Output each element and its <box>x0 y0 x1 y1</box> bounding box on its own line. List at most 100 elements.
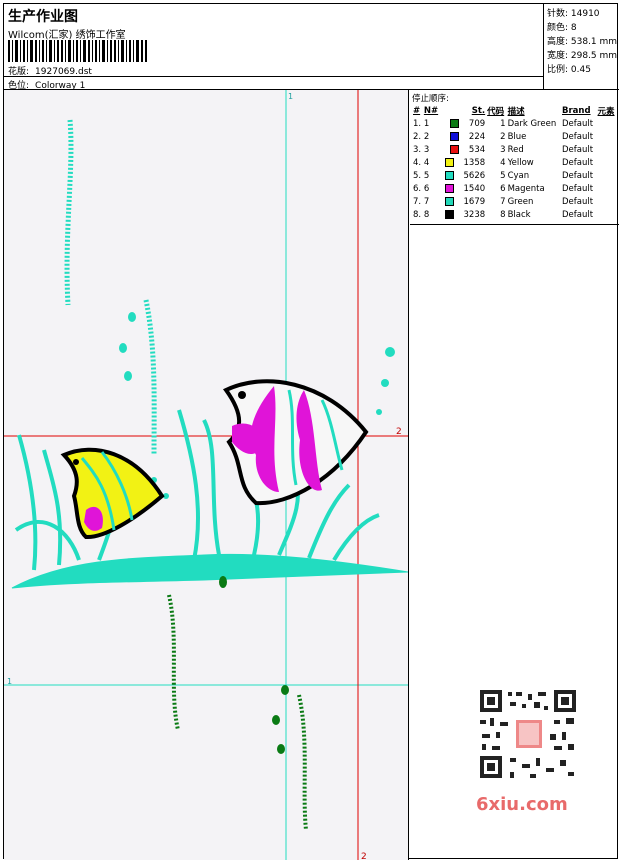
row-stitches: 1358 <box>440 156 486 169</box>
row-stitches: 5626 <box>440 169 486 182</box>
stitch-count-value: 709 <box>468 118 486 129</box>
row-stitches: 709 <box>440 117 486 130</box>
row-brand: Default <box>562 209 594 220</box>
stitch-count-value: 1358 <box>463 157 486 168</box>
row-description: Cyan <box>507 170 530 181</box>
bubble <box>124 371 132 381</box>
row-brand: Default <box>562 183 594 194</box>
col-header-code: 代码 <box>487 106 505 117</box>
design-scale: 比例: 0.45 <box>547 65 591 75</box>
worksheet-title: 生产作业图 <box>8 9 78 25</box>
row-brand: Default <box>562 144 594 155</box>
col-header-index: # <box>413 105 421 116</box>
bubble-chain-green <box>297 694 308 831</box>
design-height: 高度: 538.1 mm <box>547 37 618 47</box>
design-width: 宽度: 298.5 mm <box>547 51 618 61</box>
row-code: 3 <box>500 144 506 155</box>
watermark-text: 6xiu.com <box>476 794 568 815</box>
row-stitches: 534 <box>440 143 486 156</box>
bubble <box>119 343 127 353</box>
color-swatch <box>444 157 454 167</box>
row-element <box>597 156 617 169</box>
worksheet-header: 生产作业图 Wilcom(汇家) 绣饰工作室 花版: 1927069.dst 色… <box>4 4 619 91</box>
row-number: 7 <box>423 196 430 207</box>
stitch-count-value: 534 <box>468 144 486 155</box>
bubble <box>281 685 289 695</box>
stitch-count: 针数: 14910 <box>547 9 600 19</box>
bubble <box>219 576 227 588</box>
row-stitches: 224 <box>440 130 486 143</box>
row-index: 8. <box>413 209 422 220</box>
col-header-stitches: St. <box>471 105 486 116</box>
row-brand: Default <box>562 170 594 181</box>
bubble-chain-left <box>64 119 74 306</box>
row-element <box>597 208 617 221</box>
col-header-number: N# <box>423 105 439 116</box>
bubble <box>381 379 389 387</box>
row-description: Magenta <box>507 183 545 194</box>
bubble <box>272 715 280 725</box>
row-stitches: 1679 <box>440 195 486 208</box>
color-count: 颜色: 8 <box>547 23 577 33</box>
color-swatch <box>444 209 454 219</box>
table-row: 6. 6 1540 6 Magenta Default <box>412 182 617 195</box>
row-brand: Default <box>562 157 594 168</box>
barcode-icon <box>8 40 147 62</box>
stitch-count-value: 1679 <box>463 196 486 207</box>
color-swatch <box>449 144 459 154</box>
row-number: 6 <box>423 183 430 194</box>
row-index: 2. <box>413 131 422 142</box>
row-code: 1 <box>500 118 506 129</box>
row-code: 4 <box>500 157 506 168</box>
row-element <box>597 143 617 156</box>
row-brand: Default <box>562 131 594 142</box>
stop-sequence-caption: 停止顺序: <box>412 94 449 104</box>
bubble <box>128 312 136 322</box>
row-index: 5. <box>413 170 422 181</box>
color-swatch <box>444 170 454 180</box>
row-code: 7 <box>500 196 506 207</box>
row-brand: Default <box>562 196 594 207</box>
row-element <box>597 117 617 130</box>
row-brand: Default <box>562 118 594 129</box>
row-number: 3 <box>423 144 430 155</box>
col-header-description: 描述 <box>507 106 525 117</box>
row-description: Red <box>507 144 524 155</box>
row-description: Blue <box>507 131 527 142</box>
row-element <box>597 182 617 195</box>
bubble <box>376 409 382 415</box>
row-index: 1. <box>413 118 422 129</box>
row-description: Dark Green <box>507 118 557 129</box>
row-code: 8 <box>500 209 506 220</box>
stitch-count-value: 3238 <box>463 209 486 220</box>
table-header-row: # N# St. 代码 描述 Brand 元素 <box>412 104 617 117</box>
row-number: 4 <box>423 157 430 168</box>
bubble <box>277 744 285 754</box>
row-index: 7. <box>413 196 422 207</box>
guide-label-red-bottom: 2 <box>361 852 367 860</box>
table-row: 7. 7 1679 7 Green Default <box>412 195 617 208</box>
guide-label-red-right: 2 <box>396 427 402 437</box>
color-swatch <box>444 196 454 206</box>
row-index: 3. <box>413 144 422 155</box>
row-number: 2 <box>423 131 430 142</box>
table-row: 3. 3 534 3 Red Default <box>412 143 617 156</box>
table-row: 2. 2 224 2 Blue Default <box>412 130 617 143</box>
header-divider <box>4 76 544 77</box>
big-fish <box>222 379 369 506</box>
row-index: 4. <box>413 157 422 168</box>
stitch-count-value: 5626 <box>463 170 486 181</box>
color-swatch <box>444 183 454 193</box>
embroidery-preview: 1 1 2 2 <box>4 90 408 860</box>
table-row: 4. 4 1358 4 Yellow Default <box>412 156 617 169</box>
row-index: 6. <box>413 183 422 194</box>
stitch-count-value: 224 <box>468 131 486 142</box>
bubble-chain-green <box>167 594 180 731</box>
row-stitches: 1540 <box>440 182 486 195</box>
row-element <box>597 169 617 182</box>
color-swatch <box>449 118 459 128</box>
table-row: 5. 5 5626 5 Cyan Default <box>412 169 617 182</box>
color-swatch <box>449 131 459 141</box>
row-stitches: 3238 <box>440 208 486 221</box>
row-description: Green <box>507 196 534 207</box>
